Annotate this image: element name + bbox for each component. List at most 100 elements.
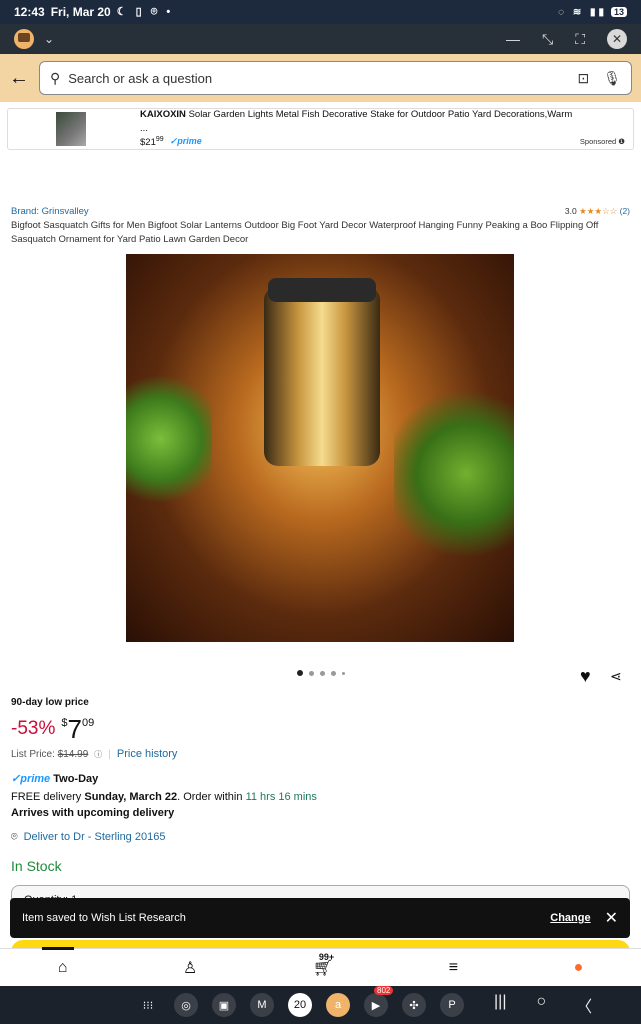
toast-message: Item saved to Wish List Research	[22, 912, 186, 924]
deliver-to-text: Deliver to Dr - Sterling 20165	[23, 831, 166, 843]
rating-count[interactable]: (2)	[620, 206, 630, 216]
rufus-icon[interactable]: ●	[574, 959, 584, 977]
back-arrow-icon[interactable]: ←	[9, 67, 39, 90]
ad-price-cents: 99	[155, 136, 164, 144]
account-icon[interactable]: ♙	[183, 958, 197, 978]
cart-count: 99+	[318, 951, 335, 962]
pagination-dot[interactable]	[319, 670, 325, 676]
youtube-icon[interactable]: ▶ 802	[364, 986, 394, 1017]
pagination-dot[interactable]	[296, 670, 303, 676]
home-icon[interactable]: ⌂	[42, 946, 74, 977]
search-header: ← ⚲ Search or ask a question ⊡ 🎙︎	[0, 54, 641, 102]
calendar-icon[interactable]: 20	[288, 993, 312, 1017]
product-title: Bigfoot Sasquatch Gifts for Men Bigfoot …	[11, 220, 599, 246]
share-icon[interactable]: ⋖	[610, 668, 622, 685]
battery-icon: 13	[610, 7, 627, 17]
minimize-icon[interactable]: —	[506, 31, 520, 47]
change-link[interactable]: Change	[550, 912, 590, 924]
amazon-icon[interactable]: a	[326, 993, 350, 1017]
restore-icon[interactable]: ⤡	[542, 31, 553, 48]
order-within: . Order within	[177, 791, 243, 803]
rating[interactable]: 3.0 ★★★☆☆ (2)	[565, 206, 630, 217]
fullscreen-icon[interactable]: ⛶	[575, 31, 585, 48]
pagination-dot[interactable]	[308, 670, 314, 676]
apps-grid-icon[interactable]: ⁝⁝⁝	[136, 993, 160, 1017]
location-pin-icon: ⌾	[11, 831, 18, 843]
heart-icon[interactable]: ♥	[580, 666, 591, 687]
brand-row: Brand: Grinsvalley 3.0 ★★★☆☆ (2)	[0, 206, 641, 217]
slack-icon[interactable]: ✣	[402, 993, 426, 1017]
time-left: 11 hrs 16 mins	[245, 791, 317, 803]
lantern	[264, 278, 380, 466]
status-date: Fri, Mar 20	[50, 5, 111, 19]
prime-speed: Two-Day	[53, 773, 99, 785]
deal-label: 90-day low price	[11, 697, 89, 708]
list-price-label: List Price:	[11, 748, 55, 760]
rating-stars: ★★★☆☆	[579, 206, 618, 216]
system-nav-bar: ⁝⁝⁝ ◎ ▣ M 20 a ▶ 802 ✣ P ||| ○ 〈	[0, 986, 641, 1024]
product-page: KAIXOXIN Solar Garden Lights Metal Fish …	[0, 102, 641, 948]
delivery-date: Sunday, March 22	[84, 791, 178, 803]
cart-icon[interactable]: 🛒︎ 99+	[313, 952, 334, 978]
notification-icons: ☾ ▯ ⌾ •	[116, 6, 174, 18]
search-placeholder: Search or ask a question	[68, 70, 213, 86]
arrives-note: Arrives with upcoming delivery	[11, 807, 175, 819]
search-icon: ⚲	[50, 69, 61, 86]
search-input[interactable]: ⚲ Search or ask a question ⊡ 🎙︎	[39, 61, 632, 95]
price: $7 09	[61, 714, 94, 745]
brand-link[interactable]: Brand: Grinsvalley	[11, 206, 89, 217]
wifi-icon: ◌ ≋ ▮▮	[558, 6, 607, 18]
foliage-right	[394, 374, 514, 574]
foliage-left	[126, 364, 212, 514]
free-delivery: FREE delivery	[11, 791, 82, 803]
price-whole: 7	[67, 714, 82, 744]
close-icon[interactable]: ✕	[605, 908, 618, 928]
recents-icon[interactable]: |||	[494, 993, 506, 1017]
system-indicators: ◌ ≋ ▮▮ 13	[558, 7, 627, 18]
pinterest-icon[interactable]: P	[440, 993, 464, 1017]
sponsored-ad-banner[interactable]: KAIXOXIN Solar Garden Lights Metal Fish …	[7, 108, 634, 150]
stock-status: In Stock	[11, 858, 62, 874]
prime-row: ✓prime Two-Day	[11, 772, 98, 785]
status-bar: 12:43 Fri, Mar 20 ☾ ▯ ⌾ • ◌ ≋ ▮▮ 13	[0, 0, 641, 24]
microphone-icon[interactable]: 🎙︎	[603, 70, 621, 87]
wishlist-toast: Item saved to Wish List Research Change …	[10, 898, 630, 938]
product-image[interactable]	[126, 254, 514, 642]
gmail-icon[interactable]: M	[250, 993, 274, 1017]
back-icon[interactable]: 〈	[576, 993, 592, 1017]
price-history-link[interactable]: Price history	[117, 748, 178, 760]
list-price: $14.99	[57, 748, 89, 760]
bottom-tab-bar: ⌂ ♙ 🛒︎ 99+ ≡ ●	[0, 946, 641, 986]
youtube-badge: 802	[374, 986, 394, 995]
delivery-info: FREE delivery Sunday, March 22. Order wi…	[11, 791, 317, 803]
pagination-dot[interactable]	[341, 671, 345, 675]
price-cents: 09	[81, 717, 95, 729]
deliver-to-link[interactable]: ⌾ Deliver to Dr - Sterling 20165	[11, 831, 165, 844]
status-time: 12:43	[14, 5, 45, 19]
add-to-cart-button[interactable]	[11, 940, 630, 948]
prime-badge: ✓prime	[169, 136, 202, 147]
camera-search-icon[interactable]: ⊡	[577, 70, 589, 87]
chevron-down-icon[interactable]: ⌄	[44, 32, 54, 46]
close-icon[interactable]: ✕	[607, 29, 627, 49]
discount: -53%	[11, 718, 56, 739]
ad-thumbnail[interactable]	[56, 112, 86, 146]
image-pagination[interactable]	[0, 670, 641, 676]
ad-price: $21	[140, 137, 156, 149]
prime-logo: ✓prime	[11, 773, 51, 785]
divider: |	[108, 748, 111, 760]
window-bar: ⌄ — ⤡ ⛶ ✕	[0, 24, 641, 54]
chrome-icon[interactable]: ◎	[174, 993, 198, 1017]
camera-icon[interactable]: ▣	[212, 993, 236, 1017]
ad-brand: KAIXOXIN	[140, 108, 186, 120]
ad-title: Solar Garden Lights Metal Fish Decorativ…	[140, 108, 573, 134]
rating-value: 3.0	[564, 206, 577, 216]
pagination-dot[interactable]	[330, 670, 336, 676]
price-row: -53% $7 09	[11, 714, 94, 745]
info-icon[interactable]: ⓘ	[94, 749, 102, 760]
menu-icon[interactable]: ≡	[449, 959, 458, 977]
amazon-shopping-icon[interactable]	[14, 29, 34, 49]
sponsored-label[interactable]: Sponsored ❶	[580, 137, 625, 146]
home-button-icon[interactable]: ○	[536, 993, 546, 1017]
list-price-row: List Price: $14.99 ⓘ | Price history	[11, 748, 177, 760]
